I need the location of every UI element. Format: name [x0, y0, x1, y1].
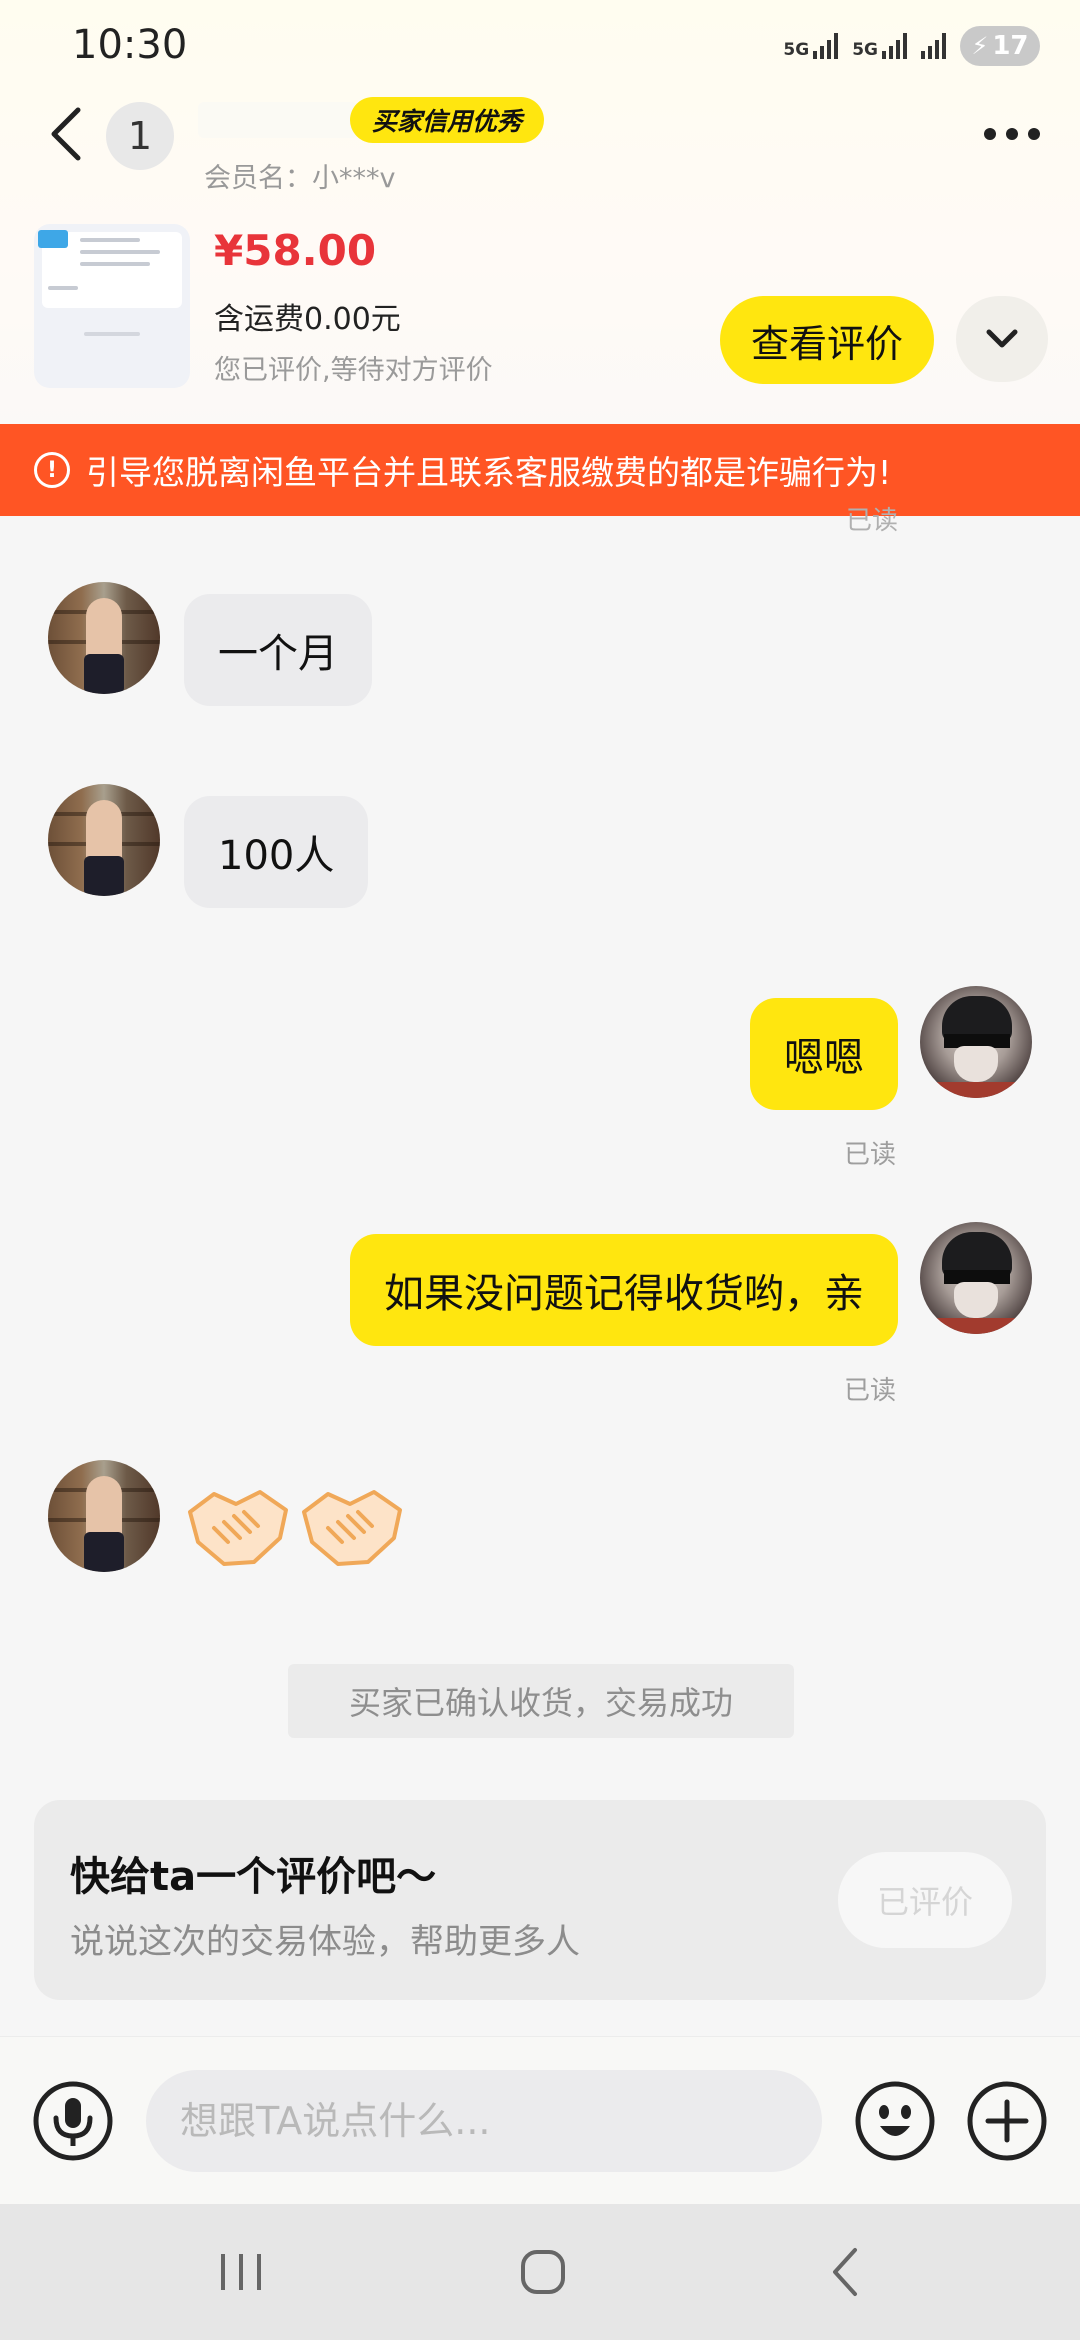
- fraud-warning-banner: ! 引导您脱离闲鱼平台并且联系客服缴费的都是诈骗行为!: [0, 424, 1080, 516]
- chevron-left-icon: [51, 107, 81, 161]
- more-options-button[interactable]: [984, 128, 1040, 140]
- product-thumbnail[interactable]: [34, 224, 190, 388]
- product-price: ¥58.00: [214, 226, 377, 275]
- member-name: 会员名：小***v: [204, 163, 396, 194]
- review-prompt-subtitle: 说说这次的交易体验，帮助更多人: [70, 1922, 580, 1962]
- message-bubble-outgoing[interactable]: 嗯嗯: [750, 998, 898, 1110]
- back-nav-button[interactable]: [800, 2240, 890, 2304]
- voice-input-button[interactable]: [32, 2080, 114, 2162]
- smiley-icon: [855, 2081, 935, 2161]
- fraud-warning-text: 引导您脱离闲鱼平台并且联系客服缴费的都是诈骗行为!: [86, 453, 892, 492]
- cellular-signal-2-icon: 5G: [852, 33, 907, 59]
- message-input[interactable]: [146, 2070, 822, 2172]
- home-button[interactable]: [498, 2240, 588, 2304]
- recent-apps-button[interactable]: [196, 2240, 286, 2304]
- contact-avatar-number: 1: [127, 114, 153, 158]
- seller-avatar[interactable]: [48, 1460, 160, 1572]
- review-prompt-card: 快给ta一个评价吧～ 说说这次的交易体验，帮助更多人 已评价: [34, 1800, 1046, 2000]
- network-type-2: 5G: [852, 40, 878, 60]
- review-status: 您已评价,等待对方评价: [214, 355, 493, 386]
- seller-avatar[interactable]: [48, 784, 160, 896]
- contact-avatar[interactable]: 1: [106, 102, 174, 170]
- handshake-emoji-icon[interactable]: [184, 1478, 292, 1578]
- my-avatar[interactable]: [920, 986, 1032, 1098]
- charging-icon: ⚡: [971, 32, 989, 60]
- recent-apps-icon: [221, 2254, 261, 2290]
- status-time: 10:30: [72, 22, 188, 68]
- contact-name-redacted: [198, 102, 358, 138]
- status-icons: 5G 5G ⚡ 17: [783, 26, 1040, 66]
- system-notice: 买家已确认收货，交易成功: [288, 1664, 794, 1738]
- wifi-signal-icon: [921, 33, 946, 59]
- expand-button[interactable]: [956, 296, 1048, 382]
- my-avatar[interactable]: [920, 1222, 1032, 1334]
- seller-avatar[interactable]: [48, 582, 160, 694]
- rated-button[interactable]: 已评价: [838, 1852, 1012, 1948]
- view-review-button[interactable]: 查看评价: [720, 296, 934, 384]
- back-arrow-icon: [833, 2248, 857, 2296]
- shipping-fee: 含运费0.00元: [214, 302, 401, 337]
- battery-indicator: ⚡ 17: [960, 26, 1040, 66]
- handshake-emoji-icon[interactable]: [298, 1478, 406, 1578]
- battery-level: 17: [992, 31, 1029, 61]
- more-dots-icon: [984, 128, 996, 140]
- message-bubble-incoming[interactable]: 100人: [184, 796, 369, 908]
- plus-icon: [967, 2081, 1047, 2161]
- chevron-down-icon: [986, 329, 1018, 348]
- system-nav-bar: [0, 2204, 1080, 2340]
- emoji-button[interactable]: [854, 2080, 936, 2162]
- network-type-1: 5G: [783, 40, 810, 60]
- microphone-icon: [33, 2081, 113, 2161]
- credit-badge: 买家信用优秀: [350, 97, 545, 143]
- message-bubble-outgoing[interactable]: 如果没问题记得收货哟，亲: [350, 1234, 898, 1346]
- alert-circle-icon: !: [34, 452, 70, 488]
- read-status: 已读: [843, 1140, 896, 1170]
- read-status: 已读: [843, 1376, 896, 1406]
- cellular-signal-1-icon: 5G: [783, 33, 839, 60]
- message-bubble-incoming[interactable]: 一个月: [184, 594, 372, 706]
- back-button[interactable]: [44, 104, 88, 164]
- read-status-partial: 已读: [846, 506, 899, 536]
- home-icon: [521, 2250, 565, 2294]
- review-prompt-title: 快给ta一个评价吧～: [70, 1854, 437, 1900]
- more-actions-button[interactable]: [966, 2080, 1048, 2162]
